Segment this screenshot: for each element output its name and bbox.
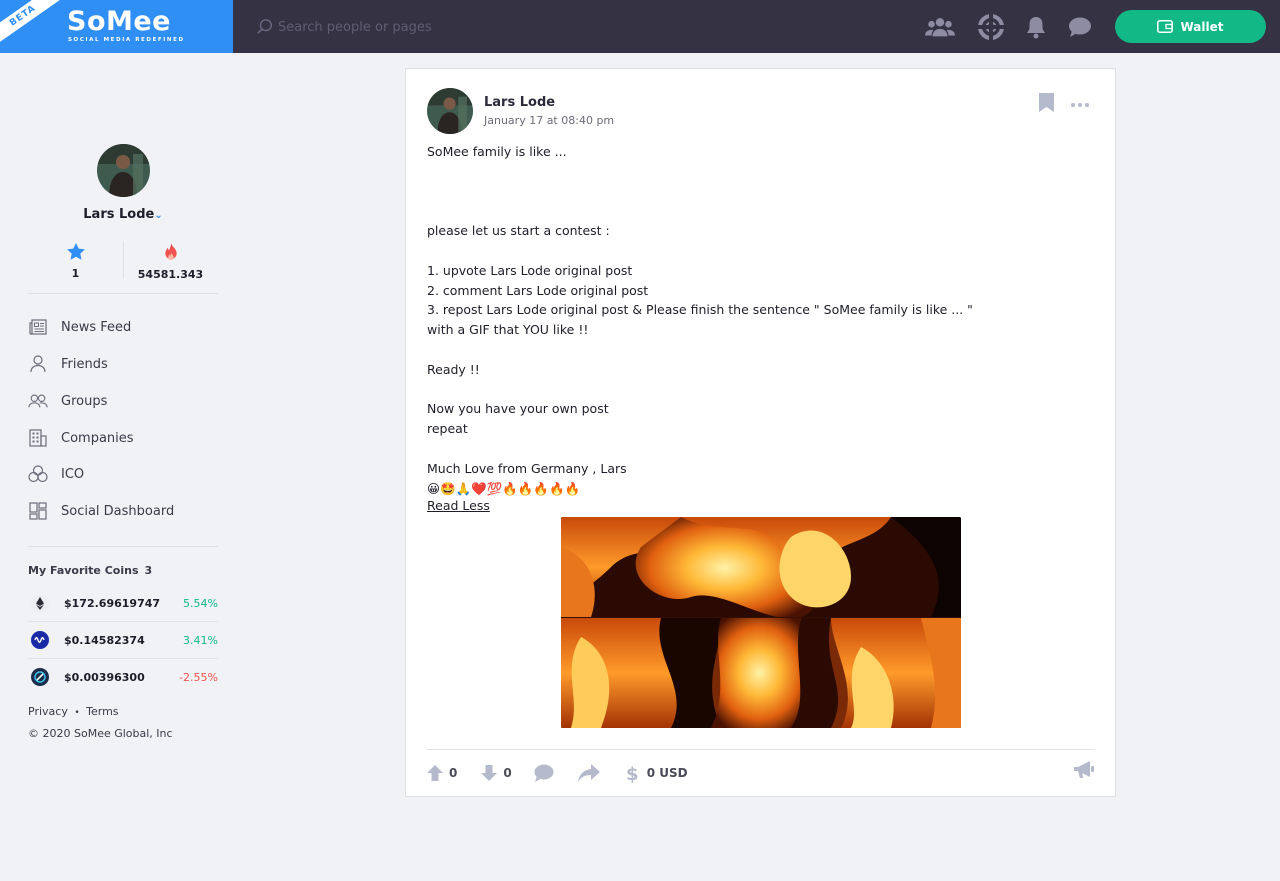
points-count: 54581.343: [137, 268, 204, 281]
search-bar[interactable]: [256, 16, 676, 38]
post-timestamp[interactable]: January 17 at 08:40 pm: [484, 114, 614, 127]
sidebar-item-label: Social Dashboard: [61, 503, 175, 519]
downvote-button[interactable]: 0: [481, 765, 512, 781]
stars-count: 1: [71, 267, 80, 280]
earnings-amount: 0 USD: [646, 766, 688, 780]
stars-stat: 1: [28, 243, 123, 280]
user-icon: [28, 354, 48, 374]
footer-links: Privacy • Terms: [28, 705, 119, 718]
divider: [28, 293, 218, 294]
post-image-fire-gif[interactable]: [561, 517, 961, 728]
coin-change: -2.55%: [179, 670, 218, 684]
logo[interactable]: SoMee: [67, 6, 171, 37]
coin-price: $0.00396300: [64, 670, 145, 684]
post-author-avatar[interactable]: [427, 88, 473, 134]
bell-icon[interactable]: [1021, 13, 1051, 41]
wallet-icon: [1157, 20, 1174, 33]
sidebar-item-label: News Feed: [61, 319, 132, 335]
coin-price: $0.14582374: [64, 633, 145, 647]
arrow-down-icon: [481, 765, 498, 781]
ethereum-icon: [31, 594, 49, 612]
profile-name[interactable]: Lars Lode⌄: [28, 207, 218, 222]
sidebar-item-social-dashboard[interactable]: Social Dashboard: [28, 499, 218, 523]
coin-change: 5.54%: [183, 596, 218, 610]
dollar-icon: $: [626, 764, 638, 783]
sidebar-item-companies[interactable]: Companies: [28, 426, 218, 450]
profile-name-text: Lars Lode: [83, 207, 155, 222]
wallet-button[interactable]: Wallet: [1115, 10, 1266, 43]
divider: [28, 546, 218, 547]
star-icon: [66, 243, 85, 260]
arrow-up-icon: [427, 765, 443, 781]
favorite-coins-count: 3: [144, 564, 153, 577]
post-author-name[interactable]: Lars Lode: [484, 95, 555, 110]
coins-icon: [28, 464, 48, 484]
profile-avatar[interactable]: [97, 144, 150, 197]
coin-icon: [31, 668, 49, 686]
comment-button[interactable]: [534, 764, 554, 782]
sidebar-item-ico[interactable]: ICO: [28, 462, 218, 486]
coin-row-steem[interactable]: $0.14582374 3.41%: [28, 622, 218, 658]
read-less-link[interactable]: Read Less: [427, 498, 490, 513]
chevron-down-icon[interactable]: ⌄: [154, 210, 162, 221]
terms-link[interactable]: Terms: [86, 705, 118, 718]
logo-area[interactable]: BETA SoMee SOCIAL MEDIA REDEFINED: [0, 0, 233, 53]
coin-price: $172.69619747: [64, 596, 161, 610]
bookmark-icon[interactable]: [1039, 93, 1054, 116]
share-icon: [577, 764, 600, 782]
wallet-label: Wallet: [1180, 19, 1224, 34]
upvote-count: 0: [449, 766, 458, 780]
favorite-coins-title: My Favorite Coins 3: [28, 564, 152, 577]
share-button[interactable]: [577, 764, 600, 782]
beta-ribbon: BETA: [0, 0, 65, 49]
sidebar-item-label: Groups: [61, 393, 108, 409]
tip-button[interactable]: $ 0 USD: [626, 764, 688, 783]
dashboard-icon: [28, 501, 48, 521]
sidebar-item-groups[interactable]: Groups: [28, 389, 218, 413]
coin-row-ethereum[interactable]: $172.69619747 5.54%: [28, 585, 218, 621]
search-input[interactable]: [278, 19, 658, 35]
megaphone-icon[interactable]: [1074, 761, 1094, 783]
steem-icon: [31, 631, 49, 649]
copyright: © 2020 SoMee Global, Inc: [28, 727, 173, 740]
coin-row-coin[interactable]: $0.00396300 -2.55%: [28, 659, 218, 695]
divider: [427, 749, 1095, 750]
support-icon[interactable]: [976, 13, 1006, 41]
svg-text:$: $: [626, 764, 638, 783]
privacy-link[interactable]: Privacy: [28, 705, 68, 718]
chat-icon[interactable]: [1065, 13, 1095, 41]
sidebar-item-label: ICO: [61, 466, 85, 482]
group-icon: [28, 391, 48, 411]
fire-icon: [164, 243, 177, 261]
comment-icon: [534, 764, 554, 782]
coin-change: 3.41%: [183, 633, 218, 647]
separator-dot: •: [74, 708, 80, 718]
post-card: Lars Lode January 17 at 08:40 pm SoMee f…: [405, 68, 1116, 797]
logo-tagline: SOCIAL MEDIA REDEFINED: [68, 37, 185, 43]
groups-icon[interactable]: [925, 13, 955, 41]
sidebar-item-news-feed[interactable]: News Feed: [28, 315, 218, 339]
sidebar-item-label: Friends: [61, 356, 108, 372]
downvote-count: 0: [503, 766, 512, 780]
favorite-coins-label: My Favorite Coins: [28, 564, 139, 577]
sidebar-item-label: Companies: [61, 430, 134, 446]
post-actions: 0 0 $ 0 USD: [427, 762, 688, 784]
sidebar-item-friends[interactable]: Friends: [28, 352, 218, 376]
building-icon: [28, 428, 48, 448]
post-text: SoMee family is like ... please let us s…: [427, 144, 973, 496]
newspaper-icon: [28, 317, 48, 337]
more-options-icon[interactable]: [1070, 93, 1090, 112]
search-icon: [257, 19, 273, 34]
points-stat: 54581.343: [123, 243, 218, 281]
upvote-button[interactable]: 0: [427, 765, 457, 781]
top-bar: BETA SoMee SOCIAL MEDIA REDEFINED Wallet: [0, 0, 1280, 53]
